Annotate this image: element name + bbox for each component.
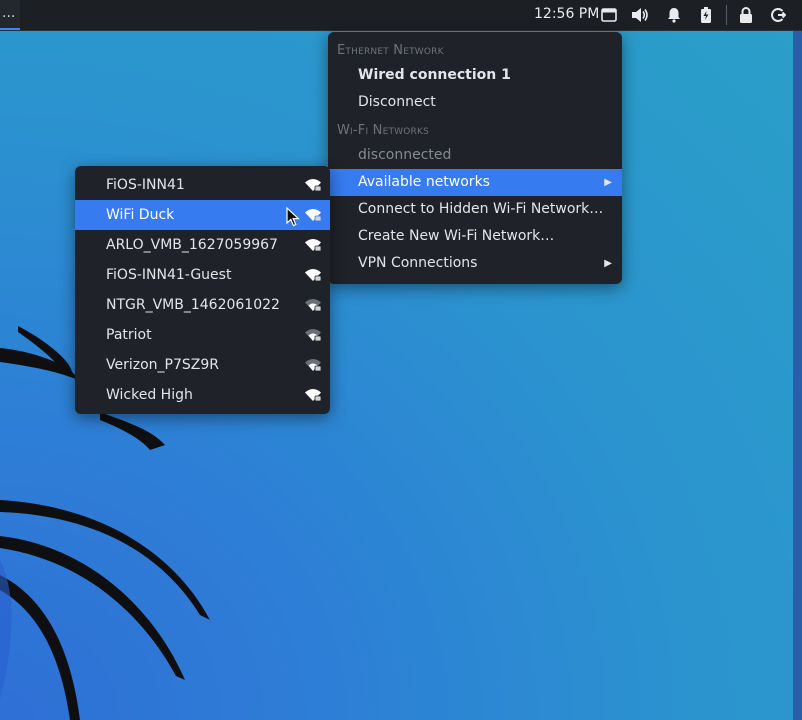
network-ssid: Wicked High bbox=[106, 387, 193, 403]
disconnect-item[interactable]: Disconnect bbox=[328, 89, 622, 116]
panel-app-button[interactable]: ... bbox=[0, 0, 20, 30]
network-ssid: WiFi Duck bbox=[106, 207, 175, 223]
network-ssid: FiOS-INN41-Guest bbox=[106, 267, 232, 283]
create-new-network-item[interactable]: Create New Wi-Fi Network… bbox=[328, 223, 622, 250]
bell-icon[interactable] bbox=[665, 6, 683, 24]
network-item[interactable]: FiOS-INN41-Guest bbox=[75, 260, 330, 290]
ethernet-section-header: Ethernet Network bbox=[337, 43, 444, 58]
wifi-weak-icon bbox=[305, 299, 322, 312]
available-networks-label: Available networks bbox=[358, 174, 490, 190]
network-ssid: NTGR_VMB_1462061022 bbox=[106, 297, 280, 313]
vpn-connections-item[interactable]: VPN Connections ▶ bbox=[328, 250, 622, 277]
network-ssid: Patriot bbox=[106, 327, 152, 343]
vpn-connections-label: VPN Connections bbox=[358, 255, 478, 271]
wifi-weak-icon bbox=[305, 329, 322, 342]
network-item[interactable]: ARLO_VMB_1627059967 bbox=[75, 230, 330, 260]
wifi-secure-icon bbox=[305, 209, 322, 222]
wired-connection-item[interactable]: Wired connection 1 bbox=[328, 62, 622, 89]
network-ssid: FiOS-INN41 bbox=[106, 177, 185, 193]
battery-icon[interactable] bbox=[697, 6, 715, 24]
available-networks-item[interactable]: Available networks ▶ bbox=[328, 169, 622, 196]
wifi-secure-icon bbox=[305, 269, 322, 282]
window-icon[interactable] bbox=[600, 6, 618, 24]
network-ssid: ARLO_VMB_1627059967 bbox=[106, 237, 278, 253]
wifi-status-item: disconnected bbox=[358, 147, 452, 163]
logout-icon[interactable] bbox=[769, 6, 787, 24]
network-item[interactable]: Wicked High bbox=[75, 380, 330, 410]
wifi-secure-icon bbox=[305, 179, 322, 192]
volume-icon[interactable] bbox=[631, 6, 649, 24]
connect-hidden-network-item[interactable]: Connect to Hidden Wi-Fi Network… bbox=[328, 196, 622, 223]
window-edge bbox=[793, 30, 802, 720]
wifi-weak-icon bbox=[305, 359, 322, 372]
network-item[interactable]: FiOS-INN41 bbox=[75, 170, 330, 200]
wifi-secure-icon bbox=[305, 389, 322, 402]
top-panel: ... 12:56 PM bbox=[0, 0, 802, 31]
network-item[interactable]: Patriot bbox=[75, 320, 330, 350]
mouse-pointer-icon bbox=[286, 207, 300, 227]
network-item[interactable]: Verizon_P7SZ9R bbox=[75, 350, 330, 380]
network-ssid: Verizon_P7SZ9R bbox=[106, 357, 219, 373]
clock[interactable]: 12:56 PM bbox=[534, 6, 599, 22]
wifi-secure-icon bbox=[305, 239, 322, 252]
lock-icon[interactable] bbox=[737, 6, 755, 24]
submenu-arrow-icon: ▶ bbox=[604, 177, 612, 188]
network-item[interactable]: NTGR_VMB_1462061022 bbox=[75, 290, 330, 320]
panel-separator bbox=[726, 5, 727, 25]
network-menu: Ethernet Network Wired connection 1 Disc… bbox=[328, 32, 622, 284]
submenu-arrow-icon: ▶ bbox=[604, 258, 612, 269]
wifi-section-header: Wi-Fi Networks bbox=[337, 123, 430, 138]
available-networks-submenu: FiOS-INN41 WiFi Duck ARLO_VMB_1627059967… bbox=[75, 166, 330, 414]
